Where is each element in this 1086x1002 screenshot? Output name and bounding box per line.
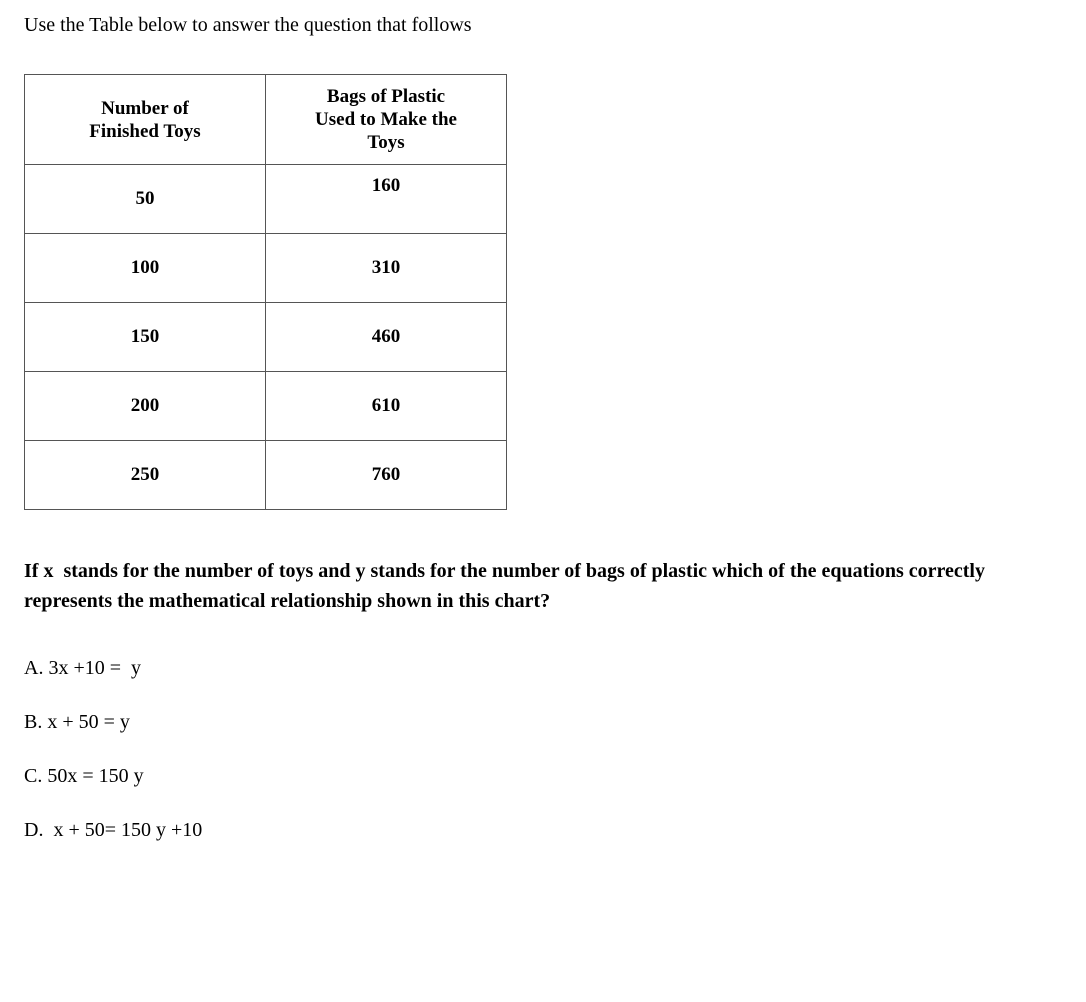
cell-bags: 460 — [265, 302, 507, 372]
table-header-row: Number of Finished Toys Bags of Plastic … — [24, 74, 507, 165]
table-header-cell-bags: Bags of Plastic Used to Make the Toys — [265, 74, 507, 165]
table-row: 250 760 — [24, 440, 507, 510]
header-line-3: Toys — [367, 132, 405, 153]
answer-option-d[interactable]: D. x + 50= 150 y +10 — [24, 817, 524, 871]
header-line-2: Used to Make the — [315, 109, 457, 130]
instruction-text: Use the Table below to answer the questi… — [24, 14, 472, 36]
table-row: 100 310 — [24, 233, 507, 303]
toys-plastic-table: Number of Finished Toys Bags of Plastic … — [24, 74, 507, 510]
cell-toys: 50 — [24, 164, 266, 234]
table-row: 50 160 — [24, 164, 507, 234]
data-table-container: Number of Finished Toys Bags of Plastic … — [24, 74, 507, 510]
header-line-1: Bags of Plastic — [326, 86, 446, 107]
cell-bags: 760 — [265, 440, 507, 510]
header-line-1: Number of — [101, 97, 189, 119]
worksheet-page: Use the Table below to answer the questi… — [0, 0, 1086, 1002]
table-row: 200 610 — [24, 371, 507, 441]
answer-option-b[interactable]: B. x + 50 = y — [24, 709, 524, 763]
cell-toys: 100 — [24, 233, 266, 303]
table-row: 150 460 — [24, 302, 507, 372]
table-header-cell-toys: Number of Finished Toys — [24, 74, 266, 165]
cell-bags: 160 — [265, 164, 507, 234]
header-line-2: Finished Toys — [89, 120, 201, 142]
table-header: Number of Finished Toys Bags of Plastic … — [24, 74, 507, 165]
answer-option-a[interactable]: A. 3x +10 = y — [24, 655, 524, 709]
answer-option-c[interactable]: C. 50x = 150 y — [24, 763, 524, 817]
cell-toys: 200 — [24, 371, 266, 441]
cell-toys: 150 — [24, 302, 266, 372]
answer-options-list: A. 3x +10 = y B. x + 50 = y C. 50x = 150… — [24, 655, 524, 871]
question-prompt: If x stands for the number of toys and y… — [24, 560, 990, 612]
cell-bags: 610 — [265, 371, 507, 441]
table-body: 50 160 100 310 150 460 200 610 250 760 — [24, 164, 507, 510]
cell-bags: 310 — [265, 233, 507, 303]
cell-toys: 250 — [24, 440, 266, 510]
